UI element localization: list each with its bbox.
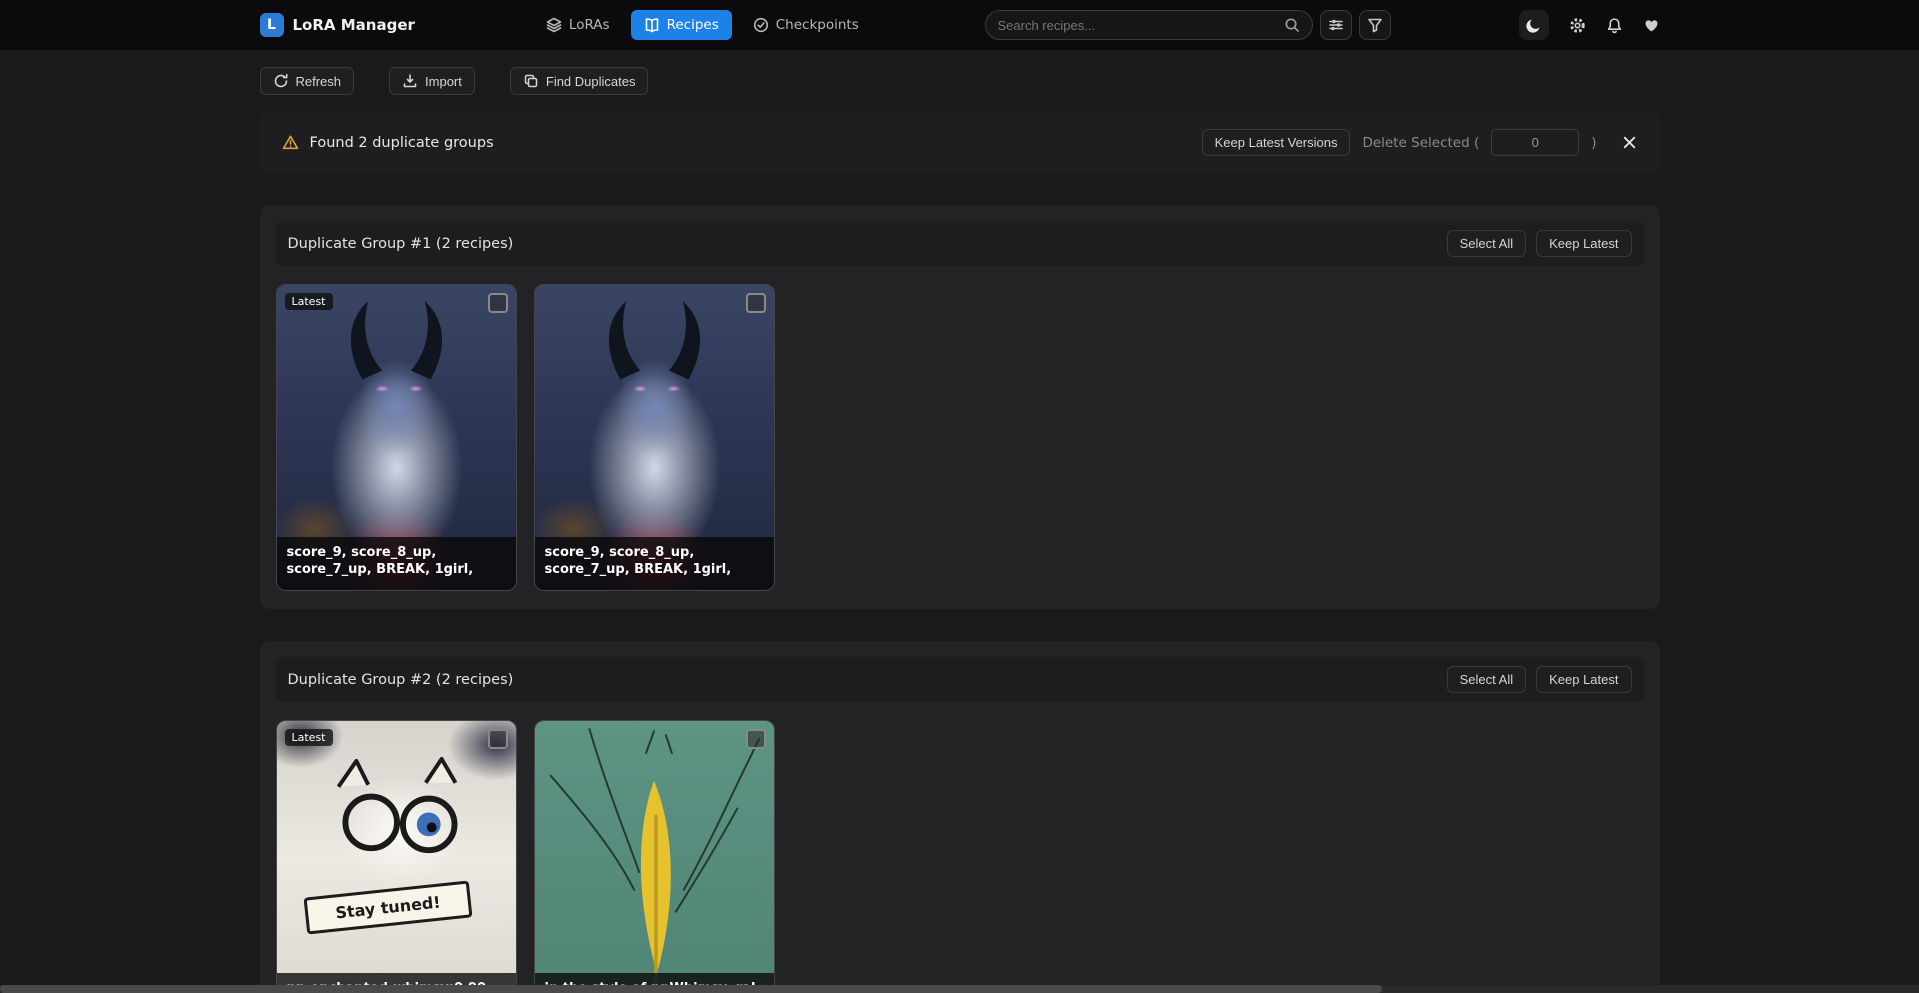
select-recipe-checkbox[interactable] <box>488 729 508 749</box>
book-icon <box>644 17 660 33</box>
banner-message: Found 2 duplicate groups <box>310 135 494 151</box>
search-group <box>985 10 1391 40</box>
banner-close-button[interactable] <box>1621 134 1638 151</box>
duplicates-icon <box>523 73 539 89</box>
recipe-card[interactable]: in the style of ppWhimsy, ral-frctlgmtry… <box>534 720 775 993</box>
delete-selected-suffix: ) <box>1591 135 1596 151</box>
card-row: Stay tuned! Latest pp-enchanted-whimsy:0… <box>276 720 1644 993</box>
theme-toggle-button[interactable] <box>1519 10 1549 40</box>
refresh-icon <box>273 73 289 89</box>
keep-latest-versions-button[interactable]: Keep Latest Versions <box>1202 129 1351 156</box>
button-label: Import <box>425 74 462 89</box>
duplicate-group-panel: Duplicate Group #2 (2 recipes) Select Al… <box>260 641 1660 993</box>
select-all-button[interactable]: Select All <box>1447 230 1526 257</box>
layers-icon <box>546 17 562 33</box>
recipe-card[interactable]: Stay tuned! Latest pp-enchanted-whimsy:0… <box>276 720 517 993</box>
search-input[interactable] <box>998 18 1284 33</box>
recipe-card[interactable]: score_9, score_8_up, score_7_up, BREAK, … <box>534 284 775 591</box>
latest-badge: Latest <box>285 729 333 746</box>
select-recipe-checkbox[interactable] <box>746 729 766 749</box>
recipe-preview-image <box>277 721 516 993</box>
group-header: Duplicate Group #1 (2 recipes) Select Al… <box>276 221 1644 266</box>
settings-button[interactable] <box>1569 17 1586 34</box>
search-box <box>985 10 1313 40</box>
check-circle-icon <box>753 17 769 33</box>
recipe-caption: score_9, score_8_up, score_7_up, BREAK, … <box>277 537 516 590</box>
card-row: Latest score_9, score_8_up, score_7_up, … <box>276 284 1644 591</box>
filter-button[interactable] <box>1359 10 1391 40</box>
delete-selected-label: Delete Selected ( <box>1362 135 1479 151</box>
heart-icon <box>1643 17 1660 34</box>
funnel-icon <box>1367 17 1383 33</box>
select-recipe-checkbox[interactable] <box>746 293 766 313</box>
tab-recipes[interactable]: Recipes <box>631 10 732 40</box>
favorites-button[interactable] <box>1643 17 1660 34</box>
recipes-toolbar: Refresh Import Find Duplicates <box>260 67 1660 95</box>
tab-label: Recipes <box>667 17 719 33</box>
select-recipe-checkbox[interactable] <box>488 293 508 313</box>
warning-icon <box>282 134 299 151</box>
horizontal-scrollbar[interactable] <box>0 985 1919 993</box>
button-label: Find Duplicates <box>546 74 636 89</box>
search-icon[interactable] <box>1284 17 1300 33</box>
navbar-actions <box>1519 10 1660 40</box>
top-navbar: L LoRA Manager LoRAs Recipes Checkpoi <box>0 0 1919 50</box>
import-button[interactable]: Import <box>389 67 475 95</box>
recipe-caption: score_9, score_8_up, score_7_up, BREAK, … <box>535 537 774 590</box>
group-title: Duplicate Group #2 (2 recipes) <box>288 672 514 688</box>
import-icon <box>402 73 418 89</box>
app-logo: L <box>260 13 284 37</box>
group-header: Duplicate Group #2 (2 recipes) Select Al… <box>276 657 1644 702</box>
recipe-card[interactable]: Latest score_9, score_8_up, score_7_up, … <box>276 284 517 591</box>
keep-latest-button[interactable]: Keep Latest <box>1536 666 1631 693</box>
latest-badge: Latest <box>285 293 333 310</box>
tab-label: Checkpoints <box>776 17 859 33</box>
find-duplicates-button[interactable]: Find Duplicates <box>510 67 649 95</box>
delete-count-input[interactable] <box>1491 129 1579 156</box>
sort-options-button[interactable] <box>1320 10 1352 40</box>
duplicate-group-panel: Duplicate Group #1 (2 recipes) Select Al… <box>260 205 1660 609</box>
app-brand: L LoRA Manager <box>260 13 415 37</box>
scrollbar-thumb[interactable] <box>0 985 1382 993</box>
select-all-button[interactable]: Select All <box>1447 666 1526 693</box>
sliders-icon <box>1328 17 1344 33</box>
duplicates-banner: Found 2 duplicate groups Keep Latest Ver… <box>260 112 1660 173</box>
tab-loras[interactable]: LoRAs <box>533 10 623 40</box>
button-label: Refresh <box>296 74 342 89</box>
gear-icon <box>1569 17 1586 34</box>
app-title: LoRA Manager <box>293 16 415 34</box>
notifications-button[interactable] <box>1606 17 1623 34</box>
bell-icon <box>1606 17 1623 34</box>
close-icon <box>1621 134 1638 151</box>
group-title: Duplicate Group #1 (2 recipes) <box>288 236 514 252</box>
keep-latest-button[interactable]: Keep Latest <box>1536 230 1631 257</box>
tab-checkpoints[interactable]: Checkpoints <box>740 10 872 40</box>
tab-label: LoRAs <box>569 17 610 33</box>
recipe-preview-image <box>535 721 774 993</box>
main-nav-tabs: LoRAs Recipes Checkpoints <box>533 10 872 40</box>
moon-icon <box>1525 17 1542 34</box>
refresh-button[interactable]: Refresh <box>260 67 355 95</box>
